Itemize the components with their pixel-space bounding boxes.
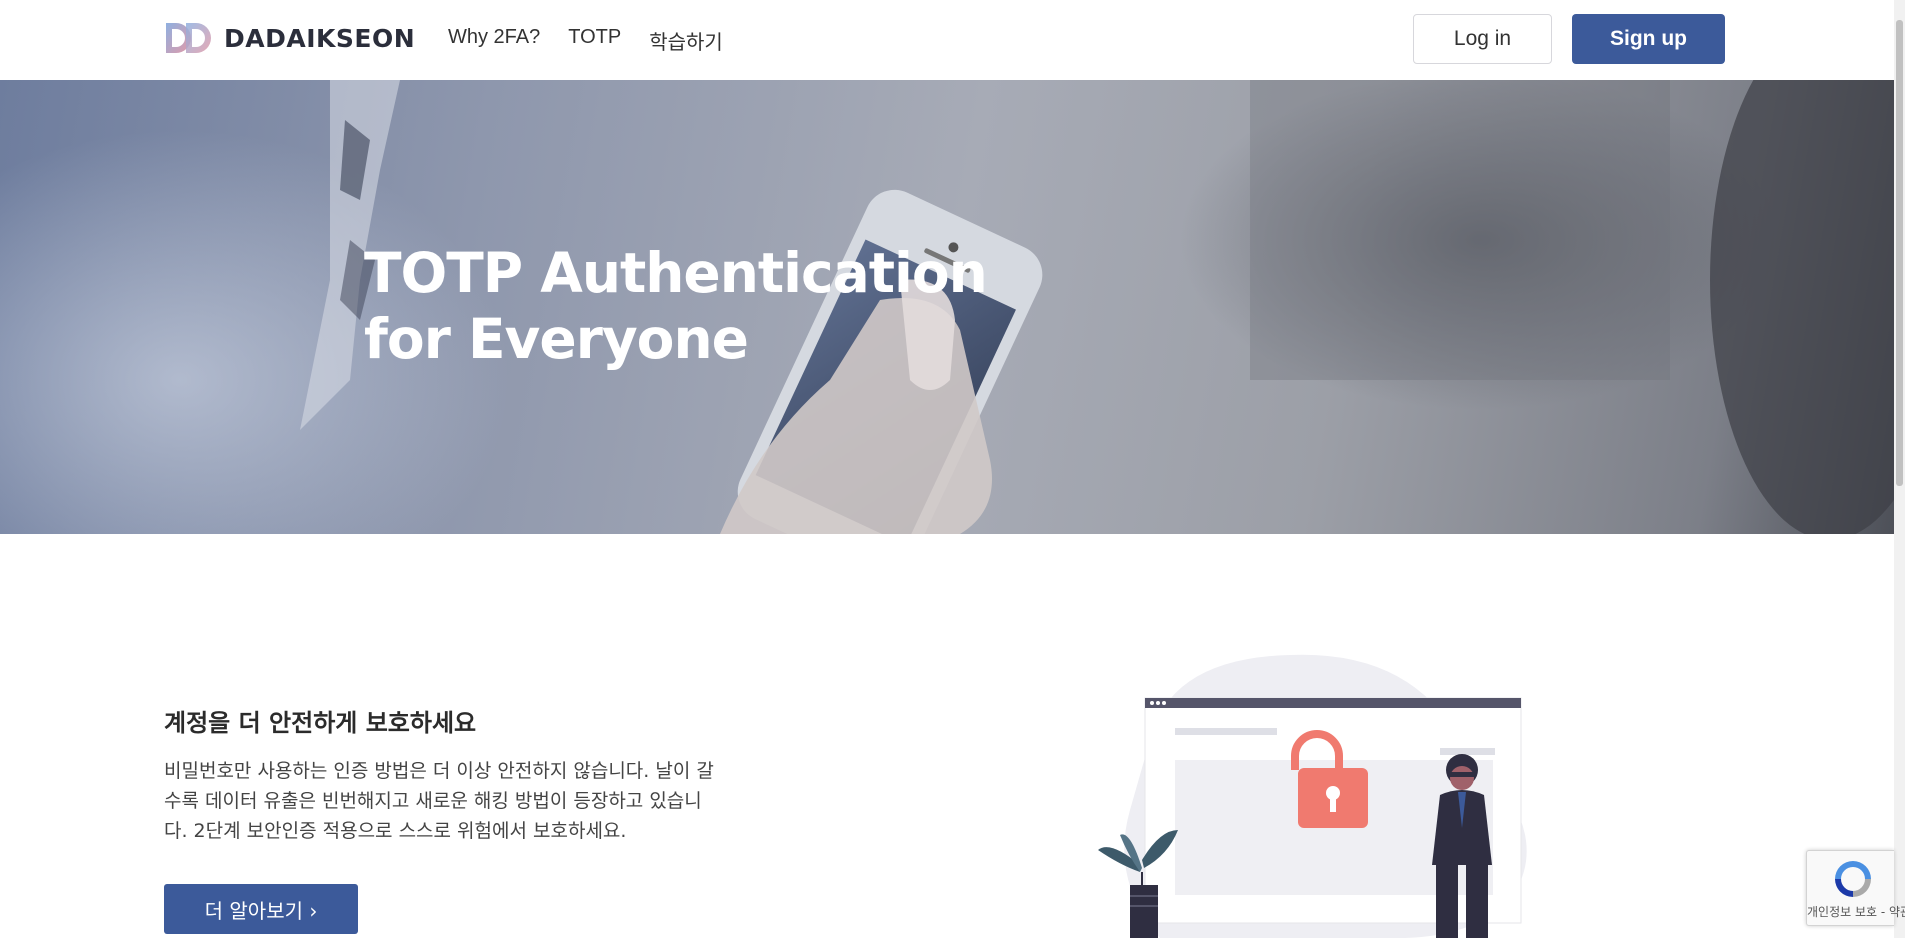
scrollbar-thumb[interactable] — [1896, 20, 1903, 486]
recaptcha-links[interactable]: 개인정보 보호 - 약관 — [1807, 903, 1905, 920]
nav-item-totp[interactable]: TOTP — [568, 26, 621, 55]
hero-banner: TOTP Authentication for Everyone — [0, 80, 1894, 534]
hero-title-line-2: for Everyone — [364, 307, 749, 371]
nav-item-why-2fa[interactable]: Why 2FA? — [448, 26, 540, 55]
main-nav: Why 2FA? TOTP 학습하기 — [448, 26, 723, 55]
logo[interactable]: DADAIKSEON — [164, 21, 415, 55]
recaptcha-badge[interactable]: 개인정보 보호 - 약관 — [1806, 850, 1905, 926]
signup-button[interactable]: Sign up — [1572, 14, 1725, 64]
hero-title: TOTP Authentication for Everyone — [364, 240, 988, 372]
section-description: 비밀번호만 사용하는 인증 방법은 더 이상 안전하지 않습니다. 날이 갈수록… — [164, 760, 714, 842]
page-scrollbar[interactable] — [1894, 0, 1905, 938]
security-illustration — [1098, 654, 1527, 938]
login-button[interactable]: Log in — [1413, 14, 1552, 64]
site-header: DADAIKSEON Why 2FA? TOTP 학습하기 Log in Sig… — [0, 0, 1894, 80]
learn-more-button[interactable]: 더 알아보기 › — [164, 884, 358, 934]
logo-text: DADAIKSEON — [224, 23, 416, 53]
logo-icon — [166, 23, 211, 53]
section-title: 계정을 더 안전하게 보호하세요 — [164, 709, 477, 737]
recaptcha-icon — [1835, 861, 1871, 897]
hero-title-line-1: TOTP Authentication — [364, 241, 988, 305]
nav-item-learn[interactable]: 학습하기 — [649, 26, 723, 55]
